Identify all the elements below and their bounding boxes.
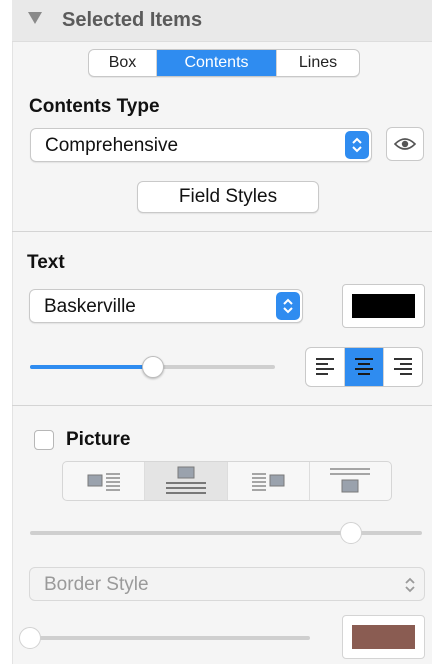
border-width-slider-knob[interactable] bbox=[19, 627, 41, 649]
text-alignment-control bbox=[305, 347, 423, 387]
picture-above-text-icon bbox=[165, 466, 206, 494]
contents-type-value: Comprehensive bbox=[45, 135, 179, 156]
section-header[interactable]: Selected Items bbox=[12, 0, 432, 42]
align-left-button[interactable] bbox=[306, 348, 345, 386]
eye-icon bbox=[394, 138, 416, 150]
align-center-icon bbox=[355, 358, 373, 375]
text-color-well[interactable] bbox=[342, 284, 425, 328]
picture-below-text-icon bbox=[330, 468, 371, 493]
divider bbox=[12, 405, 432, 406]
tab-bar: Box Contents Lines bbox=[88, 49, 360, 77]
border-color-well[interactable] bbox=[342, 615, 425, 659]
picture-right-of-text-icon bbox=[252, 473, 285, 491]
text-heading: Text bbox=[27, 252, 65, 273]
popup-arrows-icon bbox=[345, 131, 369, 159]
disclosure-triangle-icon[interactable] bbox=[28, 12, 42, 24]
popup-arrows-icon bbox=[404, 576, 416, 599]
picture-label: Picture bbox=[66, 429, 131, 450]
slider-fill bbox=[30, 365, 153, 369]
font-popup[interactable]: Baskerville bbox=[29, 289, 303, 323]
align-left-icon bbox=[316, 358, 334, 375]
picture-below-button[interactable] bbox=[310, 462, 391, 500]
tab-box[interactable]: Box bbox=[89, 50, 157, 76]
contents-type-heading: Contents Type bbox=[29, 96, 160, 117]
border-style-value: Border Style bbox=[44, 574, 149, 595]
popup-arrows-icon bbox=[276, 292, 300, 320]
picture-slider[interactable] bbox=[30, 531, 422, 535]
tab-contents[interactable]: Contents bbox=[157, 50, 277, 76]
divider bbox=[12, 231, 432, 232]
picture-right-button[interactable] bbox=[228, 462, 310, 500]
field-styles-button[interactable]: Field Styles bbox=[137, 181, 319, 213]
font-value: Baskerville bbox=[44, 296, 136, 317]
picture-checkbox[interactable] bbox=[34, 430, 54, 450]
border-width-slider[interactable] bbox=[30, 636, 310, 640]
align-right-icon bbox=[394, 358, 412, 375]
tab-lines[interactable]: Lines bbox=[277, 50, 359, 76]
border-color-swatch bbox=[352, 625, 415, 649]
align-center-button[interactable] bbox=[345, 348, 384, 386]
picture-left-button[interactable] bbox=[63, 462, 146, 500]
text-color-swatch bbox=[352, 294, 415, 318]
text-size-slider-knob[interactable] bbox=[141, 356, 164, 378]
picture-above-button[interactable] bbox=[145, 462, 228, 500]
picture-left-of-text-icon bbox=[87, 473, 120, 491]
align-right-button[interactable] bbox=[384, 348, 422, 386]
preview-eye-button[interactable] bbox=[386, 127, 424, 161]
contents-type-popup[interactable]: Comprehensive bbox=[30, 128, 372, 162]
section-title: Selected Items bbox=[62, 9, 203, 31]
border-style-popup[interactable]: Border Style bbox=[29, 567, 425, 601]
picture-position-control bbox=[62, 461, 392, 501]
